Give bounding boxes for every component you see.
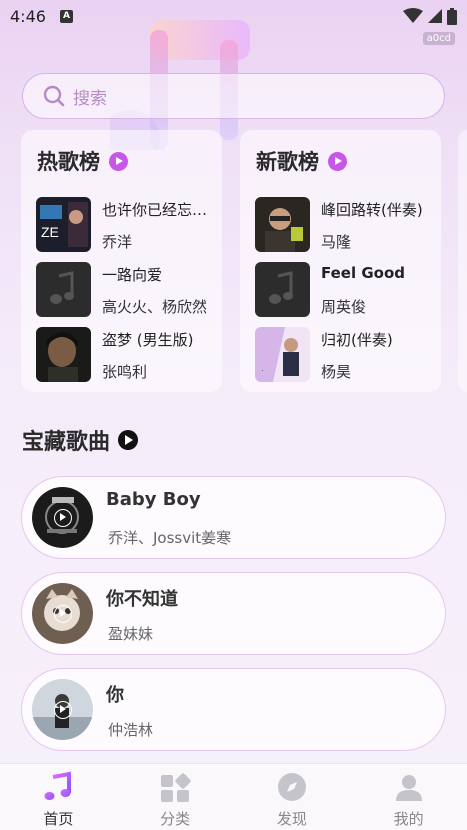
hot-chart-card[interactable]: 热歌榜 ZE 也许你已经忘记我 乔洋 一路向爱 高火火、杨欣然 盗梦 (男生版)… [21, 130, 222, 392]
svg-text:ZE: ZE [41, 224, 59, 240]
nav-category[interactable]: 分类 [117, 764, 234, 830]
song-artist: 张鸣利 [102, 363, 148, 381]
section-title: 宝藏歌曲 [22, 430, 111, 455]
play-icon[interactable] [54, 605, 72, 623]
song-artist: 周英俊 [321, 298, 367, 316]
wifi-icon [403, 8, 423, 23]
track-card[interactable]: Baby Boy 乔洋、Jossvit姜寒 [21, 476, 446, 559]
nav-discover[interactable]: 发现 [234, 764, 351, 830]
song-title: 也许你已经忘记我 [102, 201, 214, 219]
album-cover [255, 197, 310, 252]
album-cover-placeholder [36, 262, 91, 317]
list-item[interactable]: 峰回路转(伴奏) 马隆 [255, 197, 435, 253]
song-artist: 马隆 [321, 233, 352, 251]
play-icon[interactable] [328, 151, 347, 171]
search-bar[interactable]: 搜索 [22, 73, 445, 119]
signal-icon [428, 9, 442, 23]
debug-tag: a0cd [422, 32, 455, 45]
play-icon[interactable] [118, 430, 139, 450]
song-title: 归初(伴奏) [321, 331, 393, 349]
list-item[interactable]: ZE 也许你已经忘记我 乔洋 [36, 197, 216, 253]
search-icon [43, 85, 65, 107]
song-title: 峰回路转(伴奏) [321, 201, 423, 219]
search-placeholder: 搜索 [73, 88, 107, 109]
new-chart-title: 新歌榜 [256, 150, 319, 174]
next-chart-card-edge[interactable] [458, 130, 467, 392]
song-artist: 乔洋 [102, 233, 133, 251]
album-cover [36, 327, 91, 382]
album-cover: ZE [36, 197, 91, 252]
song-title: Feel Good [321, 264, 406, 282]
album-cover-placeholder [255, 262, 310, 317]
category-icon [161, 773, 191, 802]
track-artist: 仲浩林 [108, 721, 154, 739]
track-title: 你不知道 [106, 589, 178, 610]
nav-label: 我的 [393, 810, 424, 828]
play-icon[interactable] [109, 151, 128, 171]
status-bar: 4:46 A a0cd [0, 0, 467, 45]
user-icon [395, 775, 422, 801]
nav-label: 分类 [160, 810, 191, 828]
track-card[interactable]: 你不知道 盈妹妹 [21, 572, 446, 655]
list-item[interactable]: · 归初(伴奏) 杨昊 [255, 327, 435, 383]
compass-icon [277, 773, 306, 801]
hot-chart-title: 热歌榜 [37, 150, 100, 174]
section-header: 宝藏歌曲 [22, 424, 139, 456]
nav-label: 发现 [276, 810, 307, 828]
track-artist: 盈妹妹 [108, 625, 154, 643]
svg-text:·: · [261, 365, 264, 375]
song-title: 一路向爱 [102, 266, 163, 284]
status-icons [403, 7, 457, 25]
list-item[interactable]: Feel Good 周英俊 [255, 262, 435, 318]
nav-label: 首页 [43, 810, 74, 828]
album-cover: · [255, 327, 310, 382]
nav-profile[interactable]: 我的 [350, 764, 467, 830]
track-title: Baby Boy [106, 489, 201, 510]
battery-icon [447, 7, 457, 25]
new-chart-header: 新歌榜 [256, 146, 347, 176]
bottom-nav: 首页 分类 发现 我的 [0, 763, 467, 830]
hot-chart-header: 热歌榜 [37, 146, 128, 176]
new-chart-card[interactable]: 新歌榜 峰回路转(伴奏) 马隆 Feel Good 周英俊 · 归初(伴奏) 杨… [240, 130, 441, 392]
track-title: 你 [106, 685, 124, 706]
play-icon[interactable] [54, 509, 72, 527]
track-artist: 乔洋、Jossvit姜寒 [108, 529, 232, 547]
song-title: 盗梦 (男生版) [102, 331, 194, 349]
list-item[interactable]: 一路向爱 高火火、杨欣然 [36, 262, 216, 318]
nav-home[interactable]: 首页 [0, 764, 117, 830]
song-artist: 杨昊 [321, 363, 352, 381]
notification-icon: A [60, 10, 73, 23]
music-note-icon [44, 771, 72, 800]
play-icon[interactable] [54, 701, 72, 719]
list-item[interactable]: 盗梦 (男生版) 张鸣利 [36, 327, 216, 383]
track-card[interactable]: 你 仲浩林 [21, 668, 446, 751]
song-artist: 高火火、杨欣然 [102, 298, 208, 316]
status-time: 4:46 [10, 7, 46, 26]
